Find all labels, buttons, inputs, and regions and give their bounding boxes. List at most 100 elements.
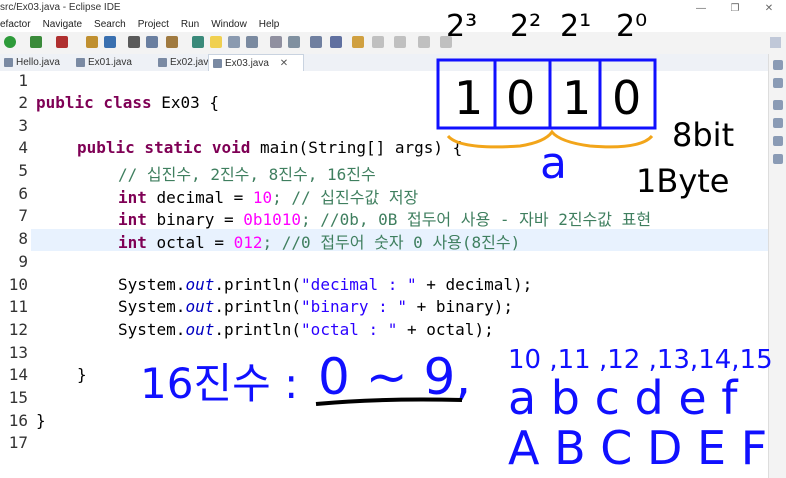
toolbar bbox=[0, 32, 786, 55]
code-editor[interactable]: 1 2 3 4 5 6 7 8 9 10 11 12 13 14 15 16 1… bbox=[0, 71, 768, 478]
java-file-icon bbox=[158, 58, 167, 67]
toggle-icon[interactable] bbox=[246, 36, 258, 48]
declaration: octal = bbox=[146, 233, 234, 252]
string-literal: "binary : " bbox=[301, 297, 408, 316]
expression: + octal); bbox=[397, 320, 494, 339]
code-line-14: } bbox=[77, 365, 87, 384]
type-keyword: int bbox=[118, 233, 147, 252]
javadoc-icon[interactable] bbox=[773, 136, 783, 146]
close-button[interactable]: ✕ bbox=[752, 0, 786, 17]
tab-label: Hello.java bbox=[16, 57, 60, 68]
line-number: 12 bbox=[8, 320, 28, 339]
method-call: .println( bbox=[214, 297, 302, 316]
close-icon[interactable]: ✕ bbox=[280, 58, 288, 69]
menu-window[interactable]: Window bbox=[211, 17, 247, 32]
method-signature: main(String[] args) { bbox=[250, 138, 463, 157]
number-literal: 10 bbox=[252, 188, 273, 207]
code-line-16: } bbox=[36, 411, 46, 430]
next-annotation-icon[interactable] bbox=[310, 36, 322, 48]
line-number: 16 bbox=[8, 411, 28, 430]
java-file-icon bbox=[76, 58, 85, 67]
code-line-11: System.out.println("binary : " + binary)… bbox=[118, 297, 513, 316]
annotation-icon[interactable] bbox=[192, 36, 204, 48]
window-title: src/Ex03.java - Eclipse IDE bbox=[0, 2, 121, 13]
prev-annotation-icon[interactable] bbox=[330, 36, 342, 48]
tab-ex03[interactable]: Ex03.java ✕ bbox=[208, 54, 304, 72]
menu-help[interactable]: Help bbox=[259, 17, 280, 32]
block-select-icon[interactable] bbox=[288, 36, 300, 48]
line-number: 8 bbox=[18, 229, 28, 248]
line-number: 17 bbox=[8, 433, 28, 452]
line-number: 4 bbox=[18, 138, 28, 157]
line-number: 2 bbox=[18, 93, 28, 112]
code-line-10: System.out.println("decimal : " + decima… bbox=[118, 275, 532, 294]
problems-icon[interactable] bbox=[773, 118, 783, 128]
last-edit-icon[interactable] bbox=[352, 36, 364, 48]
show-whitespace-icon[interactable] bbox=[270, 36, 282, 48]
keyword: public static void bbox=[77, 138, 251, 157]
number-literal: 012 bbox=[233, 233, 263, 252]
closing-brace: } bbox=[77, 365, 87, 384]
line-number: 11 bbox=[8, 297, 28, 316]
method-call: .println( bbox=[214, 275, 302, 294]
number-literal: 0b1010 bbox=[243, 210, 302, 229]
keyword: public class bbox=[36, 93, 152, 112]
editor-tabs: Hello.java Ex01.java Ex02.java Ex03.java… bbox=[0, 54, 786, 72]
menu-bar: efactor Navigate Search Project Run Wind… bbox=[0, 17, 786, 32]
line-number: 10 bbox=[8, 275, 28, 294]
code-line-8: int octal = 012; //0 접두어 숫자 0 사용(8진수) bbox=[118, 229, 520, 253]
menu-navigate[interactable]: Navigate bbox=[43, 17, 82, 32]
code-line-6: int decimal = 10; // 십진수값 저장 bbox=[118, 184, 418, 208]
system-ref: System. bbox=[118, 320, 186, 339]
line-number-gutter: 1 2 3 4 5 6 7 8 9 10 11 12 13 14 15 16 1… bbox=[0, 71, 30, 478]
string-literal: "octal : " bbox=[301, 320, 398, 339]
declaration-icon[interactable] bbox=[773, 154, 783, 164]
run-icon[interactable] bbox=[30, 36, 42, 48]
menu-project[interactable]: Project bbox=[138, 17, 169, 32]
edit-icon[interactable] bbox=[166, 36, 178, 48]
system-ref: System. bbox=[118, 275, 186, 294]
external-tools-icon[interactable] bbox=[56, 36, 68, 48]
open-type-icon[interactable] bbox=[128, 36, 140, 48]
out-field: out bbox=[185, 297, 215, 316]
outline-icon[interactable] bbox=[773, 60, 783, 70]
debug-icon[interactable] bbox=[4, 36, 16, 48]
pin-icon[interactable] bbox=[440, 36, 452, 48]
tab-hello[interactable]: Hello.java bbox=[0, 54, 78, 71]
system-ref: System. bbox=[118, 297, 186, 316]
type-keyword: int bbox=[118, 210, 147, 229]
code-line-4: public static void main(String[] args) { bbox=[77, 138, 462, 157]
new-class-icon[interactable] bbox=[104, 36, 116, 48]
perspective-icon[interactable] bbox=[766, 32, 786, 54]
highlight-icon[interactable] bbox=[210, 36, 222, 48]
menu-run[interactable]: Run bbox=[181, 17, 199, 32]
out-field: out bbox=[185, 275, 215, 294]
menu-refactor[interactable]: efactor bbox=[0, 17, 31, 32]
menu-search[interactable]: Search bbox=[94, 17, 126, 32]
comment: ; // 십진수값 저장 bbox=[272, 188, 419, 207]
restore-view-icon[interactable] bbox=[773, 78, 783, 88]
back-icon[interactable] bbox=[372, 36, 384, 48]
forward-icon[interactable] bbox=[394, 36, 406, 48]
tab-label: Ex03.java bbox=[225, 58, 269, 69]
tab-ex01[interactable]: Ex01.java bbox=[72, 54, 150, 71]
line-number: 1 bbox=[18, 71, 28, 90]
code-line-12: System.out.println("octal : " + octal); bbox=[118, 320, 494, 339]
line-number: 15 bbox=[8, 388, 28, 407]
java-file-icon bbox=[213, 59, 222, 68]
code-line-2: public class Ex03 { bbox=[36, 93, 219, 112]
comment: ; //0 접두어 숫자 0 사용(8진수) bbox=[262, 233, 521, 252]
line-number: 7 bbox=[18, 206, 28, 225]
restore-button[interactable]: ❐ bbox=[718, 0, 752, 17]
nav-dropdown-icon[interactable] bbox=[418, 36, 430, 48]
search-icon[interactable] bbox=[146, 36, 158, 48]
comment: // 십진수, 2진수, 8진수, 16진수 bbox=[118, 165, 376, 184]
out-field: out bbox=[185, 320, 215, 339]
new-package-icon[interactable] bbox=[86, 36, 98, 48]
minimize-button[interactable]: — bbox=[684, 0, 718, 17]
right-trim-bar bbox=[768, 54, 786, 478]
console-icon[interactable] bbox=[773, 100, 783, 110]
window-controls: — ❐ ✕ bbox=[684, 0, 786, 17]
class-declaration: Ex03 { bbox=[151, 93, 220, 112]
format-icon[interactable] bbox=[228, 36, 240, 48]
